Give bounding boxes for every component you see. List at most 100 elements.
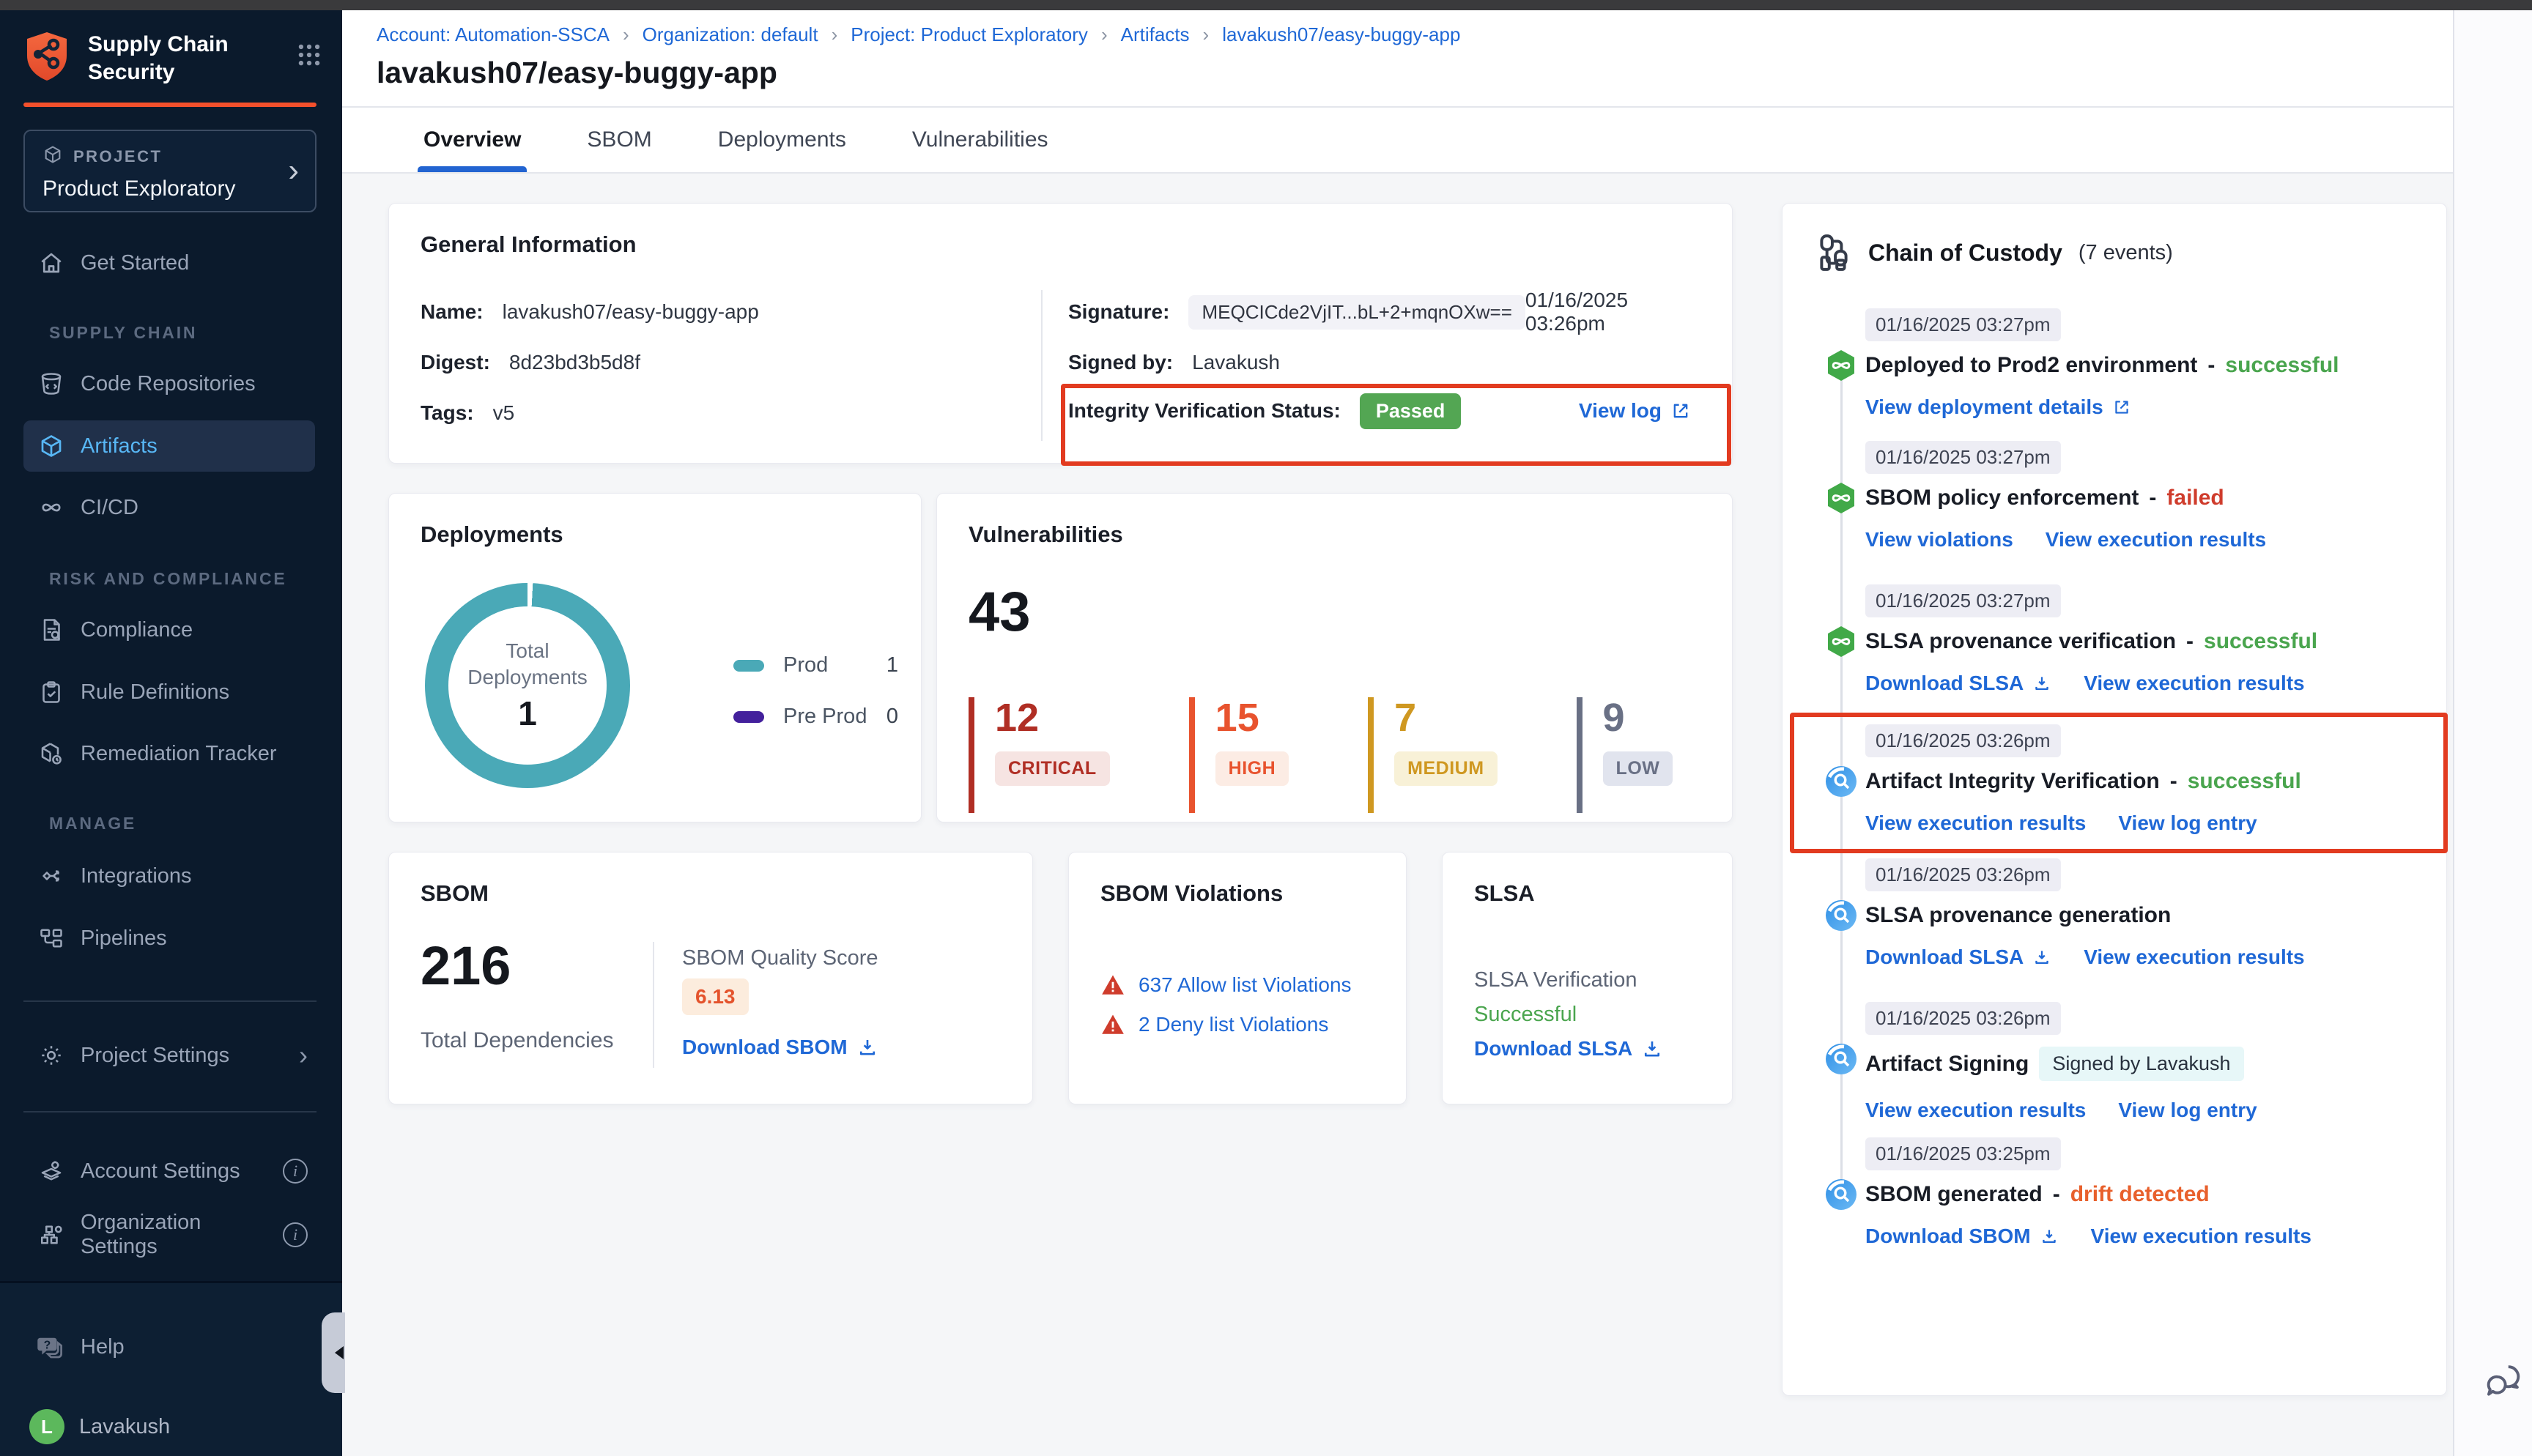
event-timestamp: 01/16/2025 03:27pm (1865, 584, 2061, 617)
app-brand: Supply Chain Security (23, 31, 323, 86)
view-log-entry-link[interactable]: View log entry (2118, 1099, 2257, 1122)
view-violations-link[interactable]: View violations (1865, 528, 2013, 551)
sidebar-item-project-settings[interactable]: Project Settings › (23, 1032, 315, 1079)
scan-step-icon (1824, 764, 1859, 799)
card-title: Vulnerabilities (969, 521, 1123, 548)
deny-list-violations-link[interactable]: 2 Deny list Violations (1139, 1013, 1328, 1036)
view-log-entry-link[interactable]: View log entry (2118, 811, 2257, 835)
event-status: failed (2166, 486, 2224, 510)
project-selector-name: Product Exploratory (42, 177, 297, 201)
view-execution-results-link[interactable]: View execution results (1865, 1099, 2086, 1122)
download-slsa-link[interactable]: Download SLSA (1474, 1037, 1663, 1061)
name-label: Name: (421, 300, 484, 324)
sidebar-item-account-settings[interactable]: Account Settings i (23, 1148, 315, 1195)
download-icon (2040, 1227, 2059, 1246)
sidebar-item-code-repositories[interactable]: Code Repositories (23, 360, 315, 407)
view-deployment-details-link[interactable]: View deployment details (1865, 395, 2131, 419)
event-timestamp: 01/16/2025 03:25pm (1865, 1137, 2061, 1170)
pipeline-success-icon (1824, 348, 1859, 383)
signature-date: 01/16/2025 03:26pm (1525, 289, 1703, 335)
event-timestamp: 01/16/2025 03:26pm (1865, 858, 2061, 891)
sidebar-section-supply-chain: SUPPLY CHAIN (49, 323, 197, 343)
sidebar-item-artifacts[interactable]: Artifacts (23, 420, 315, 472)
artifact-name-value: lavakush07/easy-buggy-app (503, 300, 759, 324)
help-button[interactable]: ? Help (34, 1331, 125, 1362)
sidebar-item-cicd[interactable]: CI/CD (23, 484, 315, 531)
breadcrumb-project[interactable]: Project: Product Exploratory (851, 23, 1088, 46)
download-icon (1641, 1038, 1663, 1060)
breadcrumb-organization[interactable]: Organization: default (643, 23, 818, 46)
view-log-link[interactable]: View log (1579, 399, 1691, 423)
digest-label: Digest: (421, 351, 490, 374)
event-status: successful (2225, 353, 2339, 378)
severity-medium: 7 MEDIUM (1368, 697, 1497, 813)
download-sbom-link[interactable]: Download SBOM (682, 1036, 878, 1059)
integrations-icon (38, 863, 64, 889)
sidebar-divider (23, 1000, 316, 1002)
sidebar-item-compliance[interactable]: Compliance (23, 606, 315, 653)
view-execution-results-link[interactable]: View execution results (2084, 946, 2304, 969)
cicd-icon (38, 494, 64, 521)
app-switcher-grid-icon[interactable] (295, 41, 323, 73)
breadcrumb-account[interactable]: Account: Automation-SSCA (377, 23, 610, 46)
tags-value: v5 (493, 401, 515, 425)
signature-value[interactable]: MEQCICde2VjIT...bL+2+mqnOXw== (1188, 295, 1525, 330)
gear-icon (38, 1042, 64, 1069)
sidebar-item-integrations[interactable]: Integrations (23, 853, 315, 899)
pipelines-icon (38, 925, 64, 951)
signed-by-badge: Signed by Lavakush (2039, 1047, 2243, 1081)
sidebar-item-get-started[interactable]: Get Started (23, 239, 315, 286)
breadcrumb-current[interactable]: lavakush07/easy-buggy-app (1222, 23, 1460, 46)
download-sbom-link[interactable]: Download SBOM (1865, 1225, 2059, 1248)
svg-text:?: ? (44, 1339, 51, 1351)
view-execution-results-link[interactable]: View execution results (1865, 811, 2086, 835)
user-menu[interactable]: L Lavakush (29, 1409, 170, 1444)
tab-sbom[interactable]: SBOM (587, 108, 651, 172)
general-information-card: General Information Name: lavakush07/eas… (388, 203, 1733, 464)
vertical-divider (1041, 290, 1043, 441)
artifacts-icon (38, 433, 64, 459)
support-chat-icon[interactable] (2482, 1359, 2525, 1405)
tab-deployments[interactable]: Deployments (718, 108, 846, 172)
view-execution-results-link[interactable]: View execution results (2046, 528, 2266, 551)
signed-by-value: Lavakush (1192, 351, 1280, 374)
card-title: Deployments (421, 521, 563, 548)
sbom-quality-score-value: 6.13 (682, 978, 749, 1015)
window-top-strip (0, 0, 2532, 10)
download-slsa-link[interactable]: Download SLSA (1865, 672, 2051, 695)
severity-high: 15 HIGH (1189, 697, 1289, 813)
warning-triangle-icon (1100, 1012, 1125, 1037)
tab-vulnerabilities[interactable]: Vulnerabilities (912, 108, 1048, 172)
sidebar-item-remediation-tracker[interactable]: Remediation Tracker (23, 730, 315, 777)
allow-list-violations-link[interactable]: 637 Allow list Violations (1139, 973, 1352, 997)
breadcrumb-separator: › (623, 23, 629, 46)
total-deployments-value: 1 (518, 694, 537, 733)
vulnerabilities-total: 43 (969, 580, 1031, 644)
sbom-card: SBOM 216 Total Dependencies SBOM Quality… (388, 852, 1033, 1104)
chain-event-artifact-signing: 01/16/2025 03:26pm Artifact SigningSigne… (1865, 1002, 2424, 1122)
sidebar-item-organization-settings[interactable]: Organization Settings i (23, 1211, 315, 1258)
sbom-violations-card: SBOM Violations 637 Allow list Violation… (1068, 852, 1407, 1104)
scan-step-icon (1824, 1177, 1859, 1212)
info-icon: i (283, 1222, 308, 1247)
user-name: Lavakush (79, 1415, 170, 1439)
sidebar-item-rule-definitions[interactable]: Rule Definitions (23, 669, 315, 716)
tab-overview[interactable]: Overview (423, 108, 521, 172)
event-timestamp: 01/16/2025 03:26pm (1865, 724, 2061, 757)
download-icon (856, 1036, 878, 1058)
event-timestamp: 01/16/2025 03:26pm (1865, 1002, 2061, 1035)
download-slsa-link[interactable]: Download SLSA (1865, 946, 2051, 969)
supply-chain-security-logo-icon (23, 31, 70, 86)
chain-of-custody-card: Chain of Custody (7 events) 01/16/2025 0… (1782, 203, 2447, 1396)
card-title: SBOM Violations (1100, 880, 1283, 907)
sidebar-collapse-handle[interactable] (322, 1312, 345, 1393)
breadcrumb-artifacts[interactable]: Artifacts (1121, 23, 1190, 46)
sidebar-item-pipelines[interactable]: Pipelines (23, 915, 315, 962)
view-execution-results-link[interactable]: View execution results (2091, 1225, 2311, 1248)
brand-accent-divider (23, 103, 316, 107)
account-settings-icon (38, 1158, 64, 1184)
view-execution-results-link[interactable]: View execution results (2084, 672, 2304, 695)
breadcrumb-separator: › (1203, 23, 1210, 46)
signed-by-label: Signed by: (1068, 351, 1173, 374)
project-selector[interactable]: PROJECT Product Exploratory › (23, 130, 316, 212)
